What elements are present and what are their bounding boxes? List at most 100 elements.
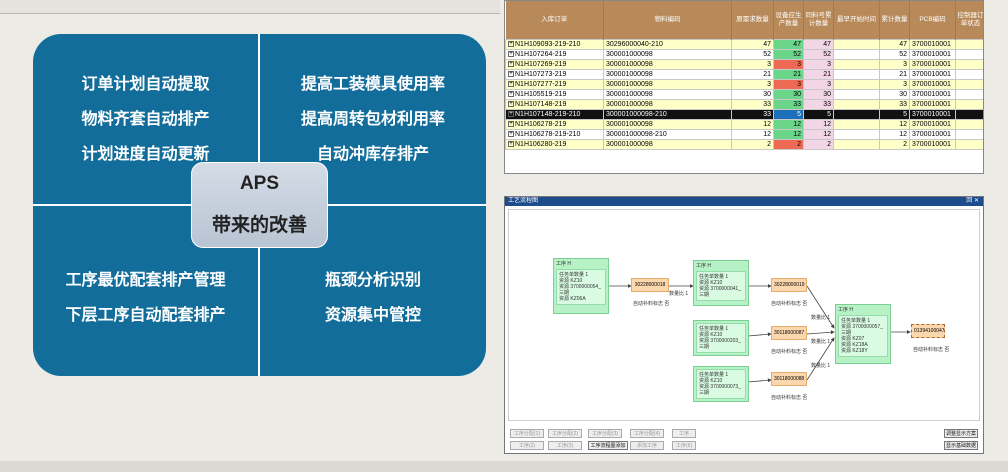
expand-icon[interactable]: + xyxy=(508,100,514,107)
table-cell-prod: 12 xyxy=(773,128,804,140)
expand-icon[interactable]: + xyxy=(508,60,514,67)
table-cell-state xyxy=(955,108,983,120)
column-header[interactable]: 最早开始时间 xyxy=(833,1,880,39)
column-header[interactable]: 同料号累计数量 xyxy=(803,1,834,39)
aps-title: APS xyxy=(239,173,280,194)
process-node-1[interactable]: 工序 H 任务单数量 1 资源 KZ10 资源 3700000054_三期 资源… xyxy=(553,258,609,314)
column-header[interactable]: 设备应生产数量 xyxy=(773,1,804,39)
column-header[interactable]: 入库订单 xyxy=(505,1,604,39)
table-row[interactable]: + N1H107148-219 300001000098 33 33 33 33 370001… xyxy=(505,98,983,110)
table-cell-start xyxy=(833,88,880,100)
table-cell-material: 300001000098 xyxy=(603,68,732,80)
table-cell-state xyxy=(955,68,983,80)
flow-window-title: 工艺流程图 xyxy=(508,198,539,204)
auto-fill-label: 自动补料标志 否 xyxy=(913,347,950,353)
column-header[interactable]: PCB编码 xyxy=(909,1,956,39)
expand-icon[interactable]: + xyxy=(508,40,514,47)
material-box-1[interactable]: 30228000018 xyxy=(631,278,669,292)
table-cell-pcb: 3700010001 xyxy=(909,48,956,60)
process-node-3[interactable]: 任务单数量 1 资源 KZ10 资源 3700000203_三期 xyxy=(693,320,749,356)
material-box-3[interactable]: 30118000087 xyxy=(771,326,807,340)
table-cell-prod: 5 xyxy=(773,108,804,120)
process-node-5[interactable]: 工序 H 任务单数量 1 资源 3700000057_三期 资源 KZ07 资源… xyxy=(835,304,891,364)
table-cell-material: 300001000098 xyxy=(603,98,732,110)
table-row[interactable]: + N1H107264-219 300001000098 52 52 52 52 370001… xyxy=(505,48,983,60)
add-flow-button[interactable]: 工序流程图添加 xyxy=(588,441,628,450)
table-row[interactable]: + N1H105519-219 300001000098 30 30 30 30 370001… xyxy=(505,88,983,100)
process-node-4[interactable]: 任务单数量 1 资源 KZ10 资源 3700000073_三期 xyxy=(693,366,749,402)
column-header[interactable]: 原需求数量 xyxy=(731,1,774,39)
flow-button[interactable]: 工序 xyxy=(672,429,696,438)
table-row[interactable]: + N1H107273-219 300001000098 21 21 21 21 370001… xyxy=(505,68,983,80)
expand-icon[interactable]: + xyxy=(508,50,514,57)
table-cell-order: + N1H106278-219 xyxy=(505,118,604,130)
table-row[interactable]: + N1H107148-219-210 300001000098-210 33 5 5 5 3… xyxy=(505,108,983,120)
column-header[interactable]: 累计数量 xyxy=(879,1,910,39)
table-cell-start xyxy=(833,128,880,140)
table-cell-qty: 21 xyxy=(731,68,774,80)
table-cell-state xyxy=(955,38,983,50)
table-cell-pcb: 3700010001 xyxy=(909,78,956,90)
auto-fill-label: 自动补料标志 否 xyxy=(771,301,808,307)
table-row[interactable]: + N1H109093-219-210 30296000040-210 47 47 47 4… xyxy=(505,38,983,50)
material-box-5[interactable]: 01394100047 xyxy=(911,324,945,338)
table-cell-start xyxy=(833,58,880,70)
expand-icon[interactable]: + xyxy=(508,110,514,117)
table-header-row: 入库订单 物料编码 原需求数量 设备应生产数量 同料号累计数量 最早开始时间 累计数量 PCB… xyxy=(505,1,983,39)
table-cell-pcb: 3700010001 xyxy=(909,108,956,120)
table-row[interactable]: + N1H106280-219 300001000098 2 2 2 2 3700010001… xyxy=(505,138,983,150)
process-node-2[interactable]: 工序 H 任务单数量 1 资源 KZ10 资源 3700000041_三期 xyxy=(693,260,749,306)
table-cell-prod: 33 xyxy=(773,98,804,110)
table-cell-same: 47 xyxy=(803,38,834,50)
flow-button[interactable]: 工序分配(3) xyxy=(588,429,622,438)
material-box-4[interactable]: 30118000088 xyxy=(771,372,807,386)
flow-button[interactable]: 工序(2) xyxy=(510,441,544,450)
expand-icon[interactable]: + xyxy=(508,130,514,137)
flow-button[interactable]: 工序(3) xyxy=(548,441,582,450)
column-header[interactable]: 物料编码 xyxy=(603,1,732,39)
table-cell-material: 300001000098-210 xyxy=(603,128,732,140)
table-cell-order: + N1H109093-219-210 xyxy=(505,38,604,50)
table-cell-material: 300001000098 xyxy=(603,78,732,90)
flow-button[interactable]: 工序(6) xyxy=(672,441,696,450)
node-resource: 资源 3700000203_三期 xyxy=(699,338,741,350)
expand-icon[interactable]: + xyxy=(508,120,514,127)
flow-button[interactable]: 工序分配(4) xyxy=(630,429,664,438)
table-cell-qty: 52 xyxy=(731,48,774,60)
show-base-data-button[interactable]: 显示基础数据 xyxy=(944,441,978,450)
column-header[interactable]: 控制器订单状态 xyxy=(955,1,983,39)
table-cell-start xyxy=(833,108,880,120)
table-row[interactable]: + N1H107269-219 300001000098 3 3 3 3 3700010001… xyxy=(505,58,983,70)
table-cell-state xyxy=(955,48,983,60)
improvement-stock-offset: 自动冲库存排产 xyxy=(316,144,429,163)
table-cell-prod: 12 xyxy=(773,118,804,130)
order-number: N1H107273-219 xyxy=(515,70,567,78)
expand-icon[interactable]: + xyxy=(508,140,514,147)
table-cell-start xyxy=(833,48,880,60)
improvement-tooling-usage: 提高工装模具使用率 xyxy=(300,74,445,93)
table-row[interactable]: + N1H106278-219-210 300001000098-210 12 12 12… xyxy=(505,128,983,140)
expand-icon[interactable]: + xyxy=(508,70,514,77)
table-cell-start xyxy=(833,38,880,50)
table-cell-start xyxy=(833,98,880,110)
table-cell-pcb: 3700010001 xyxy=(909,98,956,110)
table-cell-same: 12 xyxy=(803,118,834,130)
window-controls-icon[interactable]: 回 ✕ xyxy=(966,197,979,206)
adjust-display-button[interactable]: 调整显示方案 xyxy=(944,429,978,438)
material-box-2[interactable]: 30228000019 xyxy=(771,278,807,292)
node-title: 工序 H xyxy=(556,261,572,267)
flow-button[interactable]: 工序分配(2) xyxy=(548,429,582,438)
table-row[interactable]: + N1H106278-219 300001000098 12 12 12 12 370001… xyxy=(505,118,983,130)
flow-canvas[interactable]: 工序 H 任务单数量 1 资源 KZ10 资源 3700000054_三期 资源… xyxy=(508,209,980,421)
aps-improvement-panel: 订单计划自动提取 物料齐套自动排产 计划进度自动更新 提高工装模具使用率 提高周… xyxy=(33,34,486,376)
order-number: N1H107269-219 xyxy=(515,60,567,68)
improvement-lower-process: 下层工序自动配套排产 xyxy=(65,305,226,324)
table-cell-same: 21 xyxy=(803,68,834,80)
table-row[interactable]: + N1H107277-219 300001000098 3 3 3 3 3700010001… xyxy=(505,78,983,90)
flow-button[interactable]: 工序分配(1) xyxy=(510,429,544,438)
expand-icon[interactable]: + xyxy=(508,90,514,97)
table-cell-order: + N1H107277-219 xyxy=(505,78,604,90)
table-cell-same: 2 xyxy=(803,138,834,150)
expand-icon[interactable]: + xyxy=(508,80,514,87)
flow-button[interactable]: 添加工序 xyxy=(630,441,664,450)
